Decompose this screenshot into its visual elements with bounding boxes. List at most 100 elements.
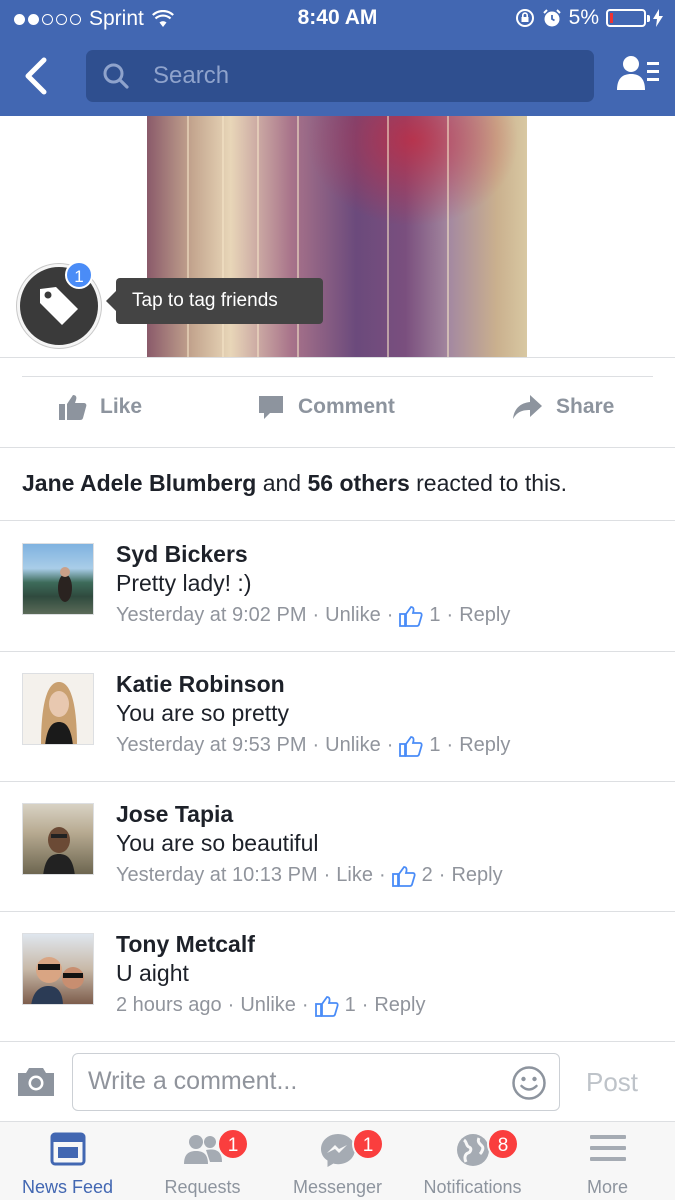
share-arrow-icon	[513, 395, 542, 419]
comment-item: Katie Robinson You are so pretty Yesterd…	[0, 651, 675, 781]
comment-like-toggle[interactable]: Like	[336, 864, 373, 887]
tab-label: More	[586, 1177, 628, 1197]
charging-icon	[653, 9, 663, 27]
avatar[interactable]	[22, 673, 94, 745]
commenter-name[interactable]: Syd Bickers	[116, 541, 248, 568]
tab-requests[interactable]: 1 Requests	[135, 1122, 270, 1200]
like-count-icon	[399, 605, 424, 627]
comment-button[interactable]: Comment	[256, 392, 395, 422]
like-button[interactable]: Like	[58, 392, 142, 422]
comment-placeholder: Write a comment...	[88, 1067, 298, 1095]
alarm-icon	[542, 9, 561, 27]
comment-composer: Write a comment... Post	[0, 1041, 675, 1121]
app-header: Sprint 8:40 AM 5% Search	[0, 0, 675, 116]
back-button[interactable]	[18, 54, 58, 100]
contacts-list-icon	[617, 56, 659, 90]
comment-timestamp[interactable]: Yesterday at 9:53 PM	[116, 734, 307, 757]
comment-timestamp[interactable]: Yesterday at 10:13 PM	[116, 864, 318, 887]
comment-text: U aight	[116, 960, 189, 986]
camera-button[interactable]	[16, 1064, 56, 1103]
comment-label: Comment	[298, 395, 395, 418]
camera-icon	[18, 1068, 54, 1096]
tab-more[interactable]: More	[540, 1122, 675, 1200]
tab-label: News Feed	[21, 1177, 114, 1197]
comment-like-toggle[interactable]: Unlike	[325, 734, 381, 757]
search-icon	[103, 63, 129, 89]
tag-count-badge: 1	[65, 261, 93, 289]
comment-text: You are so beautiful	[116, 830, 319, 856]
notifications-badge: 8	[487, 1128, 519, 1160]
navigation-bar: Search	[0, 38, 675, 116]
status-right: 5%	[515, 6, 663, 30]
comment-item: Jose Tapia You are so beautiful Yesterda…	[0, 781, 675, 911]
menu-icon	[589, 1135, 626, 1161]
divider	[0, 447, 675, 448]
comment-like-count[interactable]: 1	[429, 734, 440, 757]
tab-messenger[interactable]: 1 Messenger	[270, 1122, 405, 1200]
divider	[0, 357, 675, 358]
like-count-icon	[391, 865, 416, 887]
comment-meta: Yesterday at 9:53 PM · Unlike · 1 · Repl…	[116, 734, 511, 757]
messenger-icon	[320, 1134, 355, 1167]
like-count-icon	[314, 995, 339, 1017]
comment-text: You are so pretty	[116, 700, 290, 726]
post-comment-button[interactable]: Post	[586, 1067, 638, 1098]
contacts-button[interactable]	[615, 54, 661, 94]
reactions-summary[interactable]: Jane Adele Blumberg and 56 others reacte…	[22, 470, 567, 497]
divider	[22, 376, 653, 377]
news-feed-icon	[50, 1132, 85, 1166]
comment-reply-button[interactable]: Reply	[374, 994, 425, 1017]
like-label: Like	[100, 395, 143, 418]
comment-reply-button[interactable]: Reply	[459, 604, 510, 627]
comment-timestamp[interactable]: 2 hours ago	[116, 994, 222, 1017]
tab-notifications[interactable]: 8 Notifications	[405, 1122, 540, 1200]
battery-icon	[606, 9, 650, 27]
battery-percent: 5%	[568, 6, 599, 29]
bottom-tab-bar: News Feed 1 Requests 1 Messenger 8 Notif…	[0, 1121, 675, 1200]
comment-like-toggle[interactable]: Unlike	[240, 994, 296, 1017]
avatar[interactable]	[22, 803, 94, 875]
tab-label: Messenger	[292, 1177, 383, 1197]
comment-timestamp[interactable]: Yesterday at 9:02 PM	[116, 604, 307, 627]
comment-like-count[interactable]: 1	[345, 994, 356, 1017]
avatar[interactable]	[22, 543, 94, 615]
comment-meta: Yesterday at 9:02 PM · Unlike · 1 · Repl…	[116, 604, 511, 627]
commenter-name[interactable]: Tony Metcalf	[116, 931, 255, 958]
smiley-icon	[512, 1066, 546, 1100]
comment-like-count[interactable]: 1	[429, 604, 440, 627]
comment-field[interactable]: Write a comment...	[72, 1053, 560, 1111]
comment-meta: 2 hours ago · Unlike · 1 · Reply	[116, 994, 426, 1017]
post-action-bar: Like Comment Share	[0, 378, 675, 446]
comment-like-toggle[interactable]: Unlike	[325, 604, 381, 627]
post-photo-area: 1 Tap to tag friends	[0, 116, 675, 357]
tab-news-feed[interactable]: News Feed	[0, 1122, 135, 1200]
reactor-others: 56 others	[307, 470, 410, 496]
comment-item: Syd Bickers Pretty lady! :) Yesterday at…	[0, 521, 675, 651]
comment-like-count[interactable]: 2	[422, 864, 433, 887]
back-arrow-icon	[25, 57, 47, 95]
search-placeholder: Search	[153, 62, 230, 89]
emoji-button[interactable]	[511, 1065, 547, 1106]
orientation-lock-icon	[515, 9, 534, 27]
thumbs-up-icon	[59, 395, 87, 420]
search-input[interactable]: Search	[86, 50, 594, 102]
comment-text: Pretty lady! :)	[116, 570, 252, 596]
commenter-name[interactable]: Katie Robinson	[116, 671, 285, 698]
tab-label: Requests	[164, 1177, 241, 1197]
comment-reply-button[interactable]: Reply	[459, 734, 510, 757]
comment-item: Tony Metcalf U aight 2 hours ago · Unlik…	[0, 911, 675, 1041]
share-label: Share	[556, 395, 615, 418]
like-count-icon	[399, 735, 424, 757]
comment-reply-button[interactable]: Reply	[451, 864, 502, 887]
avatar[interactable]	[22, 933, 94, 1005]
reactions-suffix: reacted to this.	[416, 470, 567, 496]
requests-badge: 1	[217, 1128, 249, 1160]
status-bar: Sprint 8:40 AM 5%	[0, 0, 675, 38]
share-button[interactable]: Share	[512, 392, 614, 422]
messenger-badge: 1	[352, 1128, 384, 1160]
tag-friends-tooltip[interactable]: Tap to tag friends	[106, 278, 323, 324]
commenter-name[interactable]: Jose Tapia	[116, 801, 233, 828]
reactions-and: and	[262, 470, 302, 496]
tab-label: Notifications	[423, 1177, 522, 1197]
comment-meta: Yesterday at 10:13 PM · Like · 2 · Reply	[116, 864, 503, 887]
